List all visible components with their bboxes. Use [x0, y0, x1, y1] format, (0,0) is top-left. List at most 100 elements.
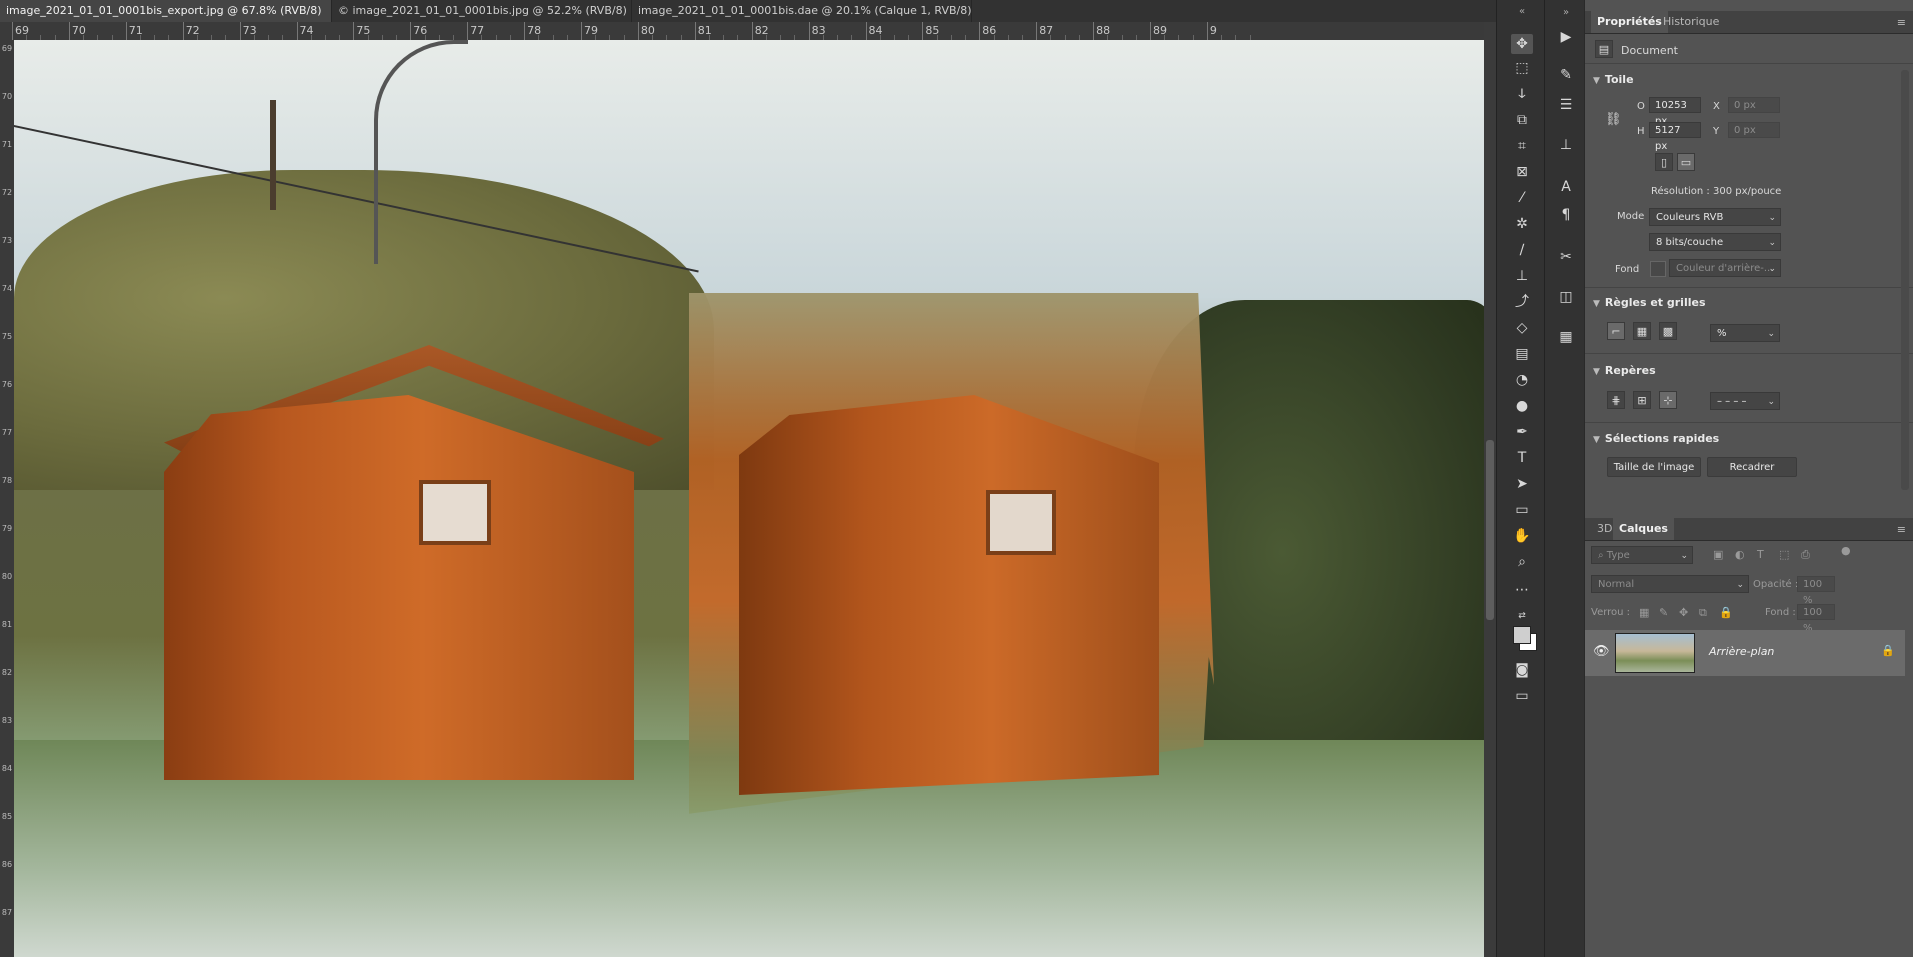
- ruler-vertical[interactable]: 69 70 71 72 73 74 75 76 77 78 79 80 81 82 83 84 85 86 87: [0, 40, 15, 957]
- guide-layout-icon[interactable]: ⊹: [1659, 391, 1677, 409]
- rulers-icon[interactable]: ⌐: [1607, 322, 1625, 340]
- quick-mask-icon[interactable]: ◙: [1511, 660, 1533, 680]
- filter-shape-icon[interactable]: ⬚: [1779, 548, 1789, 561]
- character-icon[interactable]: A: [1555, 176, 1577, 198]
- filter-adjust-icon[interactable]: ◐: [1735, 548, 1745, 561]
- tools-options-icon[interactable]: ✂: [1555, 246, 1577, 268]
- path-select-tool-icon[interactable]: ➤: [1511, 474, 1533, 494]
- ruler-tick-label: 79: [1, 524, 13, 533]
- lock-position-icon[interactable]: ✥: [1679, 606, 1688, 619]
- move-tool-icon[interactable]: ✥: [1511, 34, 1533, 54]
- blend-mode-select[interactable]: Normal ⌄: [1591, 575, 1749, 593]
- crop-tool-icon[interactable]: ⌗: [1511, 136, 1533, 156]
- ruler-tick-label: 72: [1, 188, 13, 197]
- landscape-orientation-icon[interactable]: ▭: [1677, 153, 1695, 171]
- spot-healing-tool-icon[interactable]: ✲: [1511, 214, 1533, 234]
- section-rules-grids[interactable]: ▼ Règles et grilles: [1593, 296, 1706, 309]
- section-guides[interactable]: ▼ Repères: [1593, 364, 1656, 377]
- grid-icon[interactable]: ▦: [1633, 322, 1651, 340]
- foreground-color-swatch[interactable]: [1513, 626, 1531, 644]
- lock-all-icon[interactable]: 🔒: [1719, 606, 1733, 619]
- smart-guides-icon[interactable]: ⊞: [1633, 391, 1651, 409]
- clone-source-icon[interactable]: ⊥: [1555, 134, 1577, 156]
- ruler-tick: [751, 22, 753, 40]
- bit-depth-select[interactable]: 8 bits/couche ⌄: [1649, 233, 1781, 251]
- tab-export-jpg[interactable]: image_2021_01_01_0001bis_export.jpg @ 67…: [0, 0, 332, 22]
- width-field[interactable]: 10253 px: [1649, 97, 1701, 127]
- filter-toggle-icon[interactable]: ●: [1841, 544, 1851, 557]
- zoom-tool-icon[interactable]: ⌕: [1511, 552, 1533, 572]
- adjustments-icon[interactable]: ☰: [1555, 94, 1577, 116]
- pen-tool-icon[interactable]: ✒: [1511, 422, 1533, 442]
- collapse-icon[interactable]: «: [1511, 2, 1533, 22]
- image-size-button[interactable]: Taille de l'image: [1607, 457, 1701, 477]
- libraries-icon[interactable]: ◫: [1555, 286, 1577, 308]
- fill-select[interactable]: Couleur d'arrière-... ⌄: [1669, 259, 1781, 277]
- tab-source-jpg[interactable]: © image_2021_01_01_0001bis.jpg @ 52.2% (…: [332, 0, 632, 22]
- crop-button[interactable]: Recadrer: [1707, 457, 1797, 477]
- section-canvas[interactable]: ▼ Toile: [1593, 73, 1634, 86]
- canvas-scroll-thumb[interactable]: [1486, 440, 1494, 620]
- opacity-field[interactable]: 100 %: [1797, 576, 1835, 606]
- eraser-tool-icon[interactable]: ◇: [1511, 318, 1533, 338]
- dodge-tool-icon[interactable]: ●: [1511, 396, 1533, 416]
- panel-scrollbar[interactable]: [1901, 70, 1909, 490]
- frame-tool-icon[interactable]: ⊠: [1511, 162, 1533, 182]
- hand-tool-icon[interactable]: ✋: [1511, 526, 1533, 546]
- panel-menu-icon[interactable]: ≡: [1897, 523, 1906, 536]
- fill-opacity-label: Fond :: [1765, 607, 1796, 618]
- paragraph-icon[interactable]: ¶: [1555, 204, 1577, 226]
- lasso-tool-icon[interactable]: ↆ: [1511, 84, 1533, 104]
- street-lamp: [374, 40, 468, 264]
- blur-tool-icon[interactable]: ◔: [1511, 370, 1533, 390]
- object-select-tool-icon[interactable]: ⧉: [1511, 110, 1533, 130]
- ruler-tick-label: 75: [1, 332, 13, 341]
- history-brush-tool-icon[interactable]: ⤴: [1511, 292, 1533, 312]
- gradients-icon[interactable]: ▦: [1555, 326, 1577, 348]
- layer-filter-select[interactable]: ⌕ Type ⌄: [1591, 546, 1693, 564]
- stamp-tool-icon[interactable]: ⊥: [1511, 266, 1533, 286]
- eye-icon[interactable]: 👁: [1593, 644, 1610, 659]
- brush-tool-icon[interactable]: ∕: [1511, 240, 1533, 260]
- y-field[interactable]: 0 px: [1728, 122, 1780, 138]
- tab-dae[interactable]: image_2021_01_01_0001bis.dae @ 20.1% (Ca…: [632, 0, 972, 22]
- ruler-horizontal[interactable]: 69 70 71 72 73 74 75 76 77 78 79 80 81 82 83 84 85 86 87 88…: [0, 22, 1488, 41]
- fill-color-swatch[interactable]: [1650, 261, 1666, 277]
- brush-settings-icon[interactable]: ✎: [1555, 64, 1577, 86]
- x-field[interactable]: 0 px: [1728, 97, 1780, 113]
- filter-pixel-icon[interactable]: ▣: [1713, 548, 1723, 561]
- ruler-unit-select[interactable]: % ⌄: [1710, 324, 1780, 342]
- screen-mode-icon[interactable]: ▭: [1511, 686, 1533, 706]
- guides-icon[interactable]: ⋕: [1607, 391, 1625, 409]
- marquee-tool-icon[interactable]: ⬚: [1511, 58, 1533, 78]
- mode-select[interactable]: Couleurs RVB ⌄: [1649, 208, 1781, 226]
- document-canvas[interactable]: [14, 40, 1484, 957]
- collapse-icon[interactable]: »: [1555, 2, 1577, 24]
- tab-history[interactable]: Historique: [1657, 11, 1725, 33]
- filter-smart-icon[interactable]: ⎙: [1801, 548, 1810, 562]
- layer-row[interactable]: 👁 Arrière-plan 🔒: [1585, 630, 1905, 676]
- actions-icon[interactable]: ▶: [1555, 26, 1577, 48]
- lock-transparent-icon[interactable]: ▦: [1639, 606, 1649, 619]
- guide-style-select[interactable]: – – – – ⌄: [1710, 392, 1780, 410]
- layer-name[interactable]: Arrière-plan: [1709, 645, 1774, 658]
- pixel-grid-icon[interactable]: ▩: [1659, 322, 1677, 340]
- rectangle-tool-icon[interactable]: ▭: [1511, 500, 1533, 520]
- fill-opacity-field[interactable]: 100 %: [1797, 604, 1835, 634]
- tab-layers[interactable]: Calques: [1613, 518, 1674, 540]
- height-field[interactable]: 5127 px: [1649, 122, 1701, 152]
- ruler-tick-label: 82: [1, 668, 13, 677]
- select-value: 8 bits/couche: [1656, 237, 1724, 248]
- portrait-orientation-icon[interactable]: ▯: [1655, 153, 1673, 171]
- lock-pixels-icon[interactable]: ✎: [1659, 606, 1668, 619]
- section-quick-actions[interactable]: ▼ Sélections rapides: [1593, 432, 1719, 445]
- more-tools-icon[interactable]: ⋯: [1511, 580, 1533, 600]
- gradient-tool-icon[interactable]: ▤: [1511, 344, 1533, 364]
- link-icon[interactable]: ⛓: [1605, 112, 1622, 127]
- lock-artboard-icon[interactable]: ⧉: [1699, 606, 1707, 620]
- type-tool-icon[interactable]: T: [1511, 448, 1533, 468]
- swap-colors-icon[interactable]: ⇄: [1511, 606, 1533, 626]
- panel-menu-icon[interactable]: ≡: [1897, 16, 1906, 29]
- eyedropper-tool-icon[interactable]: ⁄: [1511, 188, 1533, 208]
- filter-type-icon[interactable]: T: [1757, 548, 1764, 561]
